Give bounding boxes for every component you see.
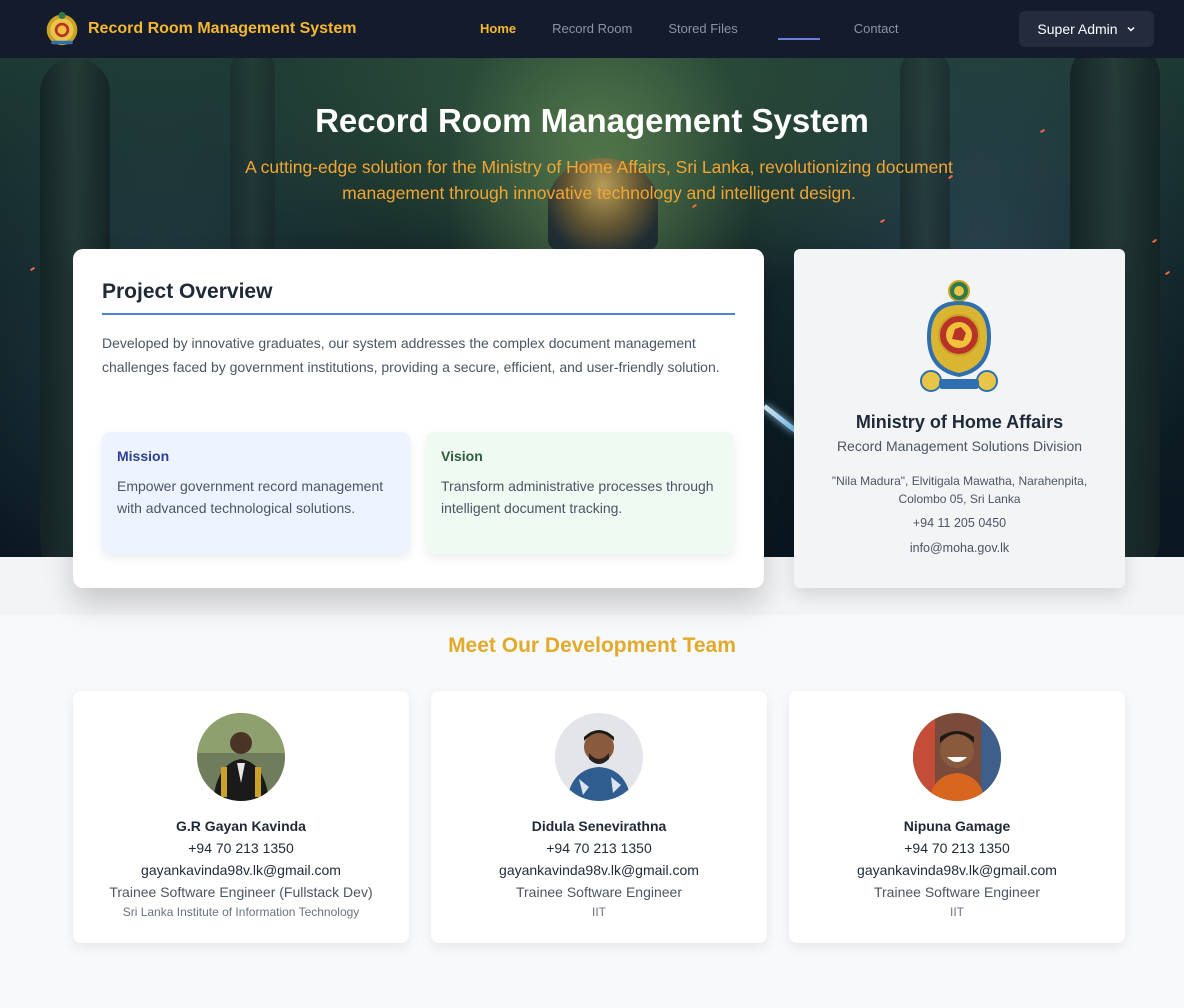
nav-record-room[interactable]: Record Room bbox=[534, 0, 650, 58]
project-overview-card: Project Overview Developed by innovative… bbox=[73, 249, 764, 588]
member-organization: IIT bbox=[950, 905, 964, 919]
brand[interactable]: Record Room Management System bbox=[44, 11, 357, 47]
vision-heading: Vision bbox=[441, 448, 483, 464]
hero-subtitle: A cutting-edge solution for the Ministry… bbox=[245, 157, 953, 203]
national-emblem-icon bbox=[46, 11, 78, 46]
overview-divider bbox=[102, 313, 735, 315]
team-member-card: Didula Senevirathna +94 70 213 1350 gaya… bbox=[431, 691, 767, 943]
ministry-card: Ministry of Home Affairs Record Manageme… bbox=[794, 249, 1125, 588]
nav-unlabeled-link[interactable] bbox=[756, 0, 836, 58]
overview-text: Developed by innovative graduates, our s… bbox=[102, 335, 720, 375]
avatar bbox=[197, 713, 285, 801]
avatar bbox=[555, 713, 643, 801]
chevron-down-icon bbox=[1127, 26, 1135, 32]
mission-heading: Mission bbox=[117, 448, 170, 464]
ministry-email[interactable]: info@moha.gov.lk bbox=[794, 541, 1125, 555]
nav-contact[interactable]: Contact bbox=[836, 0, 917, 58]
ministry-division: Record Management Solutions Division bbox=[836, 438, 1083, 454]
brand-title: Record Room Management System bbox=[88, 20, 357, 37]
hero-bg-ember bbox=[879, 218, 886, 224]
member-phone: +94 70 213 1350 bbox=[904, 840, 1010, 856]
avatar bbox=[913, 713, 1001, 801]
member-role: Trainee Software Engineer (Fullstack Dev… bbox=[109, 884, 373, 900]
top-navbar: Record Room Management System Home Recor… bbox=[0, 0, 1184, 58]
member-email[interactable]: gayankavinda98v.lk@gmail.com bbox=[789, 862, 1125, 878]
member-phone: +94 70 213 1350 bbox=[546, 840, 652, 856]
ministry-phone: +94 11 205 0450 bbox=[912, 516, 1007, 530]
team-title: Meet Our Development Team bbox=[448, 634, 736, 657]
hero-bg-ember bbox=[29, 266, 36, 272]
member-organization: Sri Lanka Institute of Information Techn… bbox=[122, 905, 360, 919]
member-email[interactable]: gayankavinda98v.lk@gmail.com bbox=[73, 862, 409, 878]
user-menu-button[interactable]: Super Admin bbox=[1019, 11, 1154, 47]
vision-box: Vision Transform administrative processe… bbox=[426, 432, 734, 554]
ministry-name: Ministry of Home Affairs bbox=[855, 412, 1064, 432]
member-name: Nipuna Gamage bbox=[903, 818, 1011, 834]
overview-title: Project Overview bbox=[102, 280, 273, 303]
nav-home[interactable]: Home bbox=[462, 0, 534, 58]
member-role: Trainee Software Engineer bbox=[873, 884, 1041, 900]
mission-text: Empower government record management wit… bbox=[117, 478, 384, 516]
nav-links: Home Record Room Stored Files Contact bbox=[462, 0, 917, 58]
hero-bg-ember bbox=[1164, 270, 1171, 276]
team-member-card: G.R Gayan Kavinda +94 70 213 1350 gayank… bbox=[73, 691, 409, 943]
hero-bg-sword bbox=[762, 404, 798, 433]
user-menu-label: Super Admin bbox=[1037, 21, 1118, 37]
member-role: Trainee Software Engineer bbox=[515, 884, 683, 900]
member-name: Didula Senevirathna bbox=[531, 818, 667, 834]
hero-title: Record Room Management System bbox=[315, 102, 869, 139]
ministry-address: "Nila Madura", Elvitigala Mawatha, Narah… bbox=[831, 474, 1088, 506]
member-name: G.R Gayan Kavinda bbox=[176, 818, 306, 834]
member-organization: IIT bbox=[592, 905, 606, 919]
member-email[interactable]: gayankavinda98v.lk@gmail.com bbox=[431, 862, 767, 878]
team-member-card: Nipuna Gamage +94 70 213 1350 gayankavin… bbox=[789, 691, 1125, 943]
member-phone: +94 70 213 1350 bbox=[188, 840, 294, 856]
national-emblem-icon bbox=[920, 280, 998, 392]
nav-stored-files[interactable]: Stored Files bbox=[650, 0, 755, 58]
mission-box: Mission Empower government record manage… bbox=[102, 432, 410, 554]
vision-text: Transform administrative processes throu… bbox=[441, 478, 714, 516]
